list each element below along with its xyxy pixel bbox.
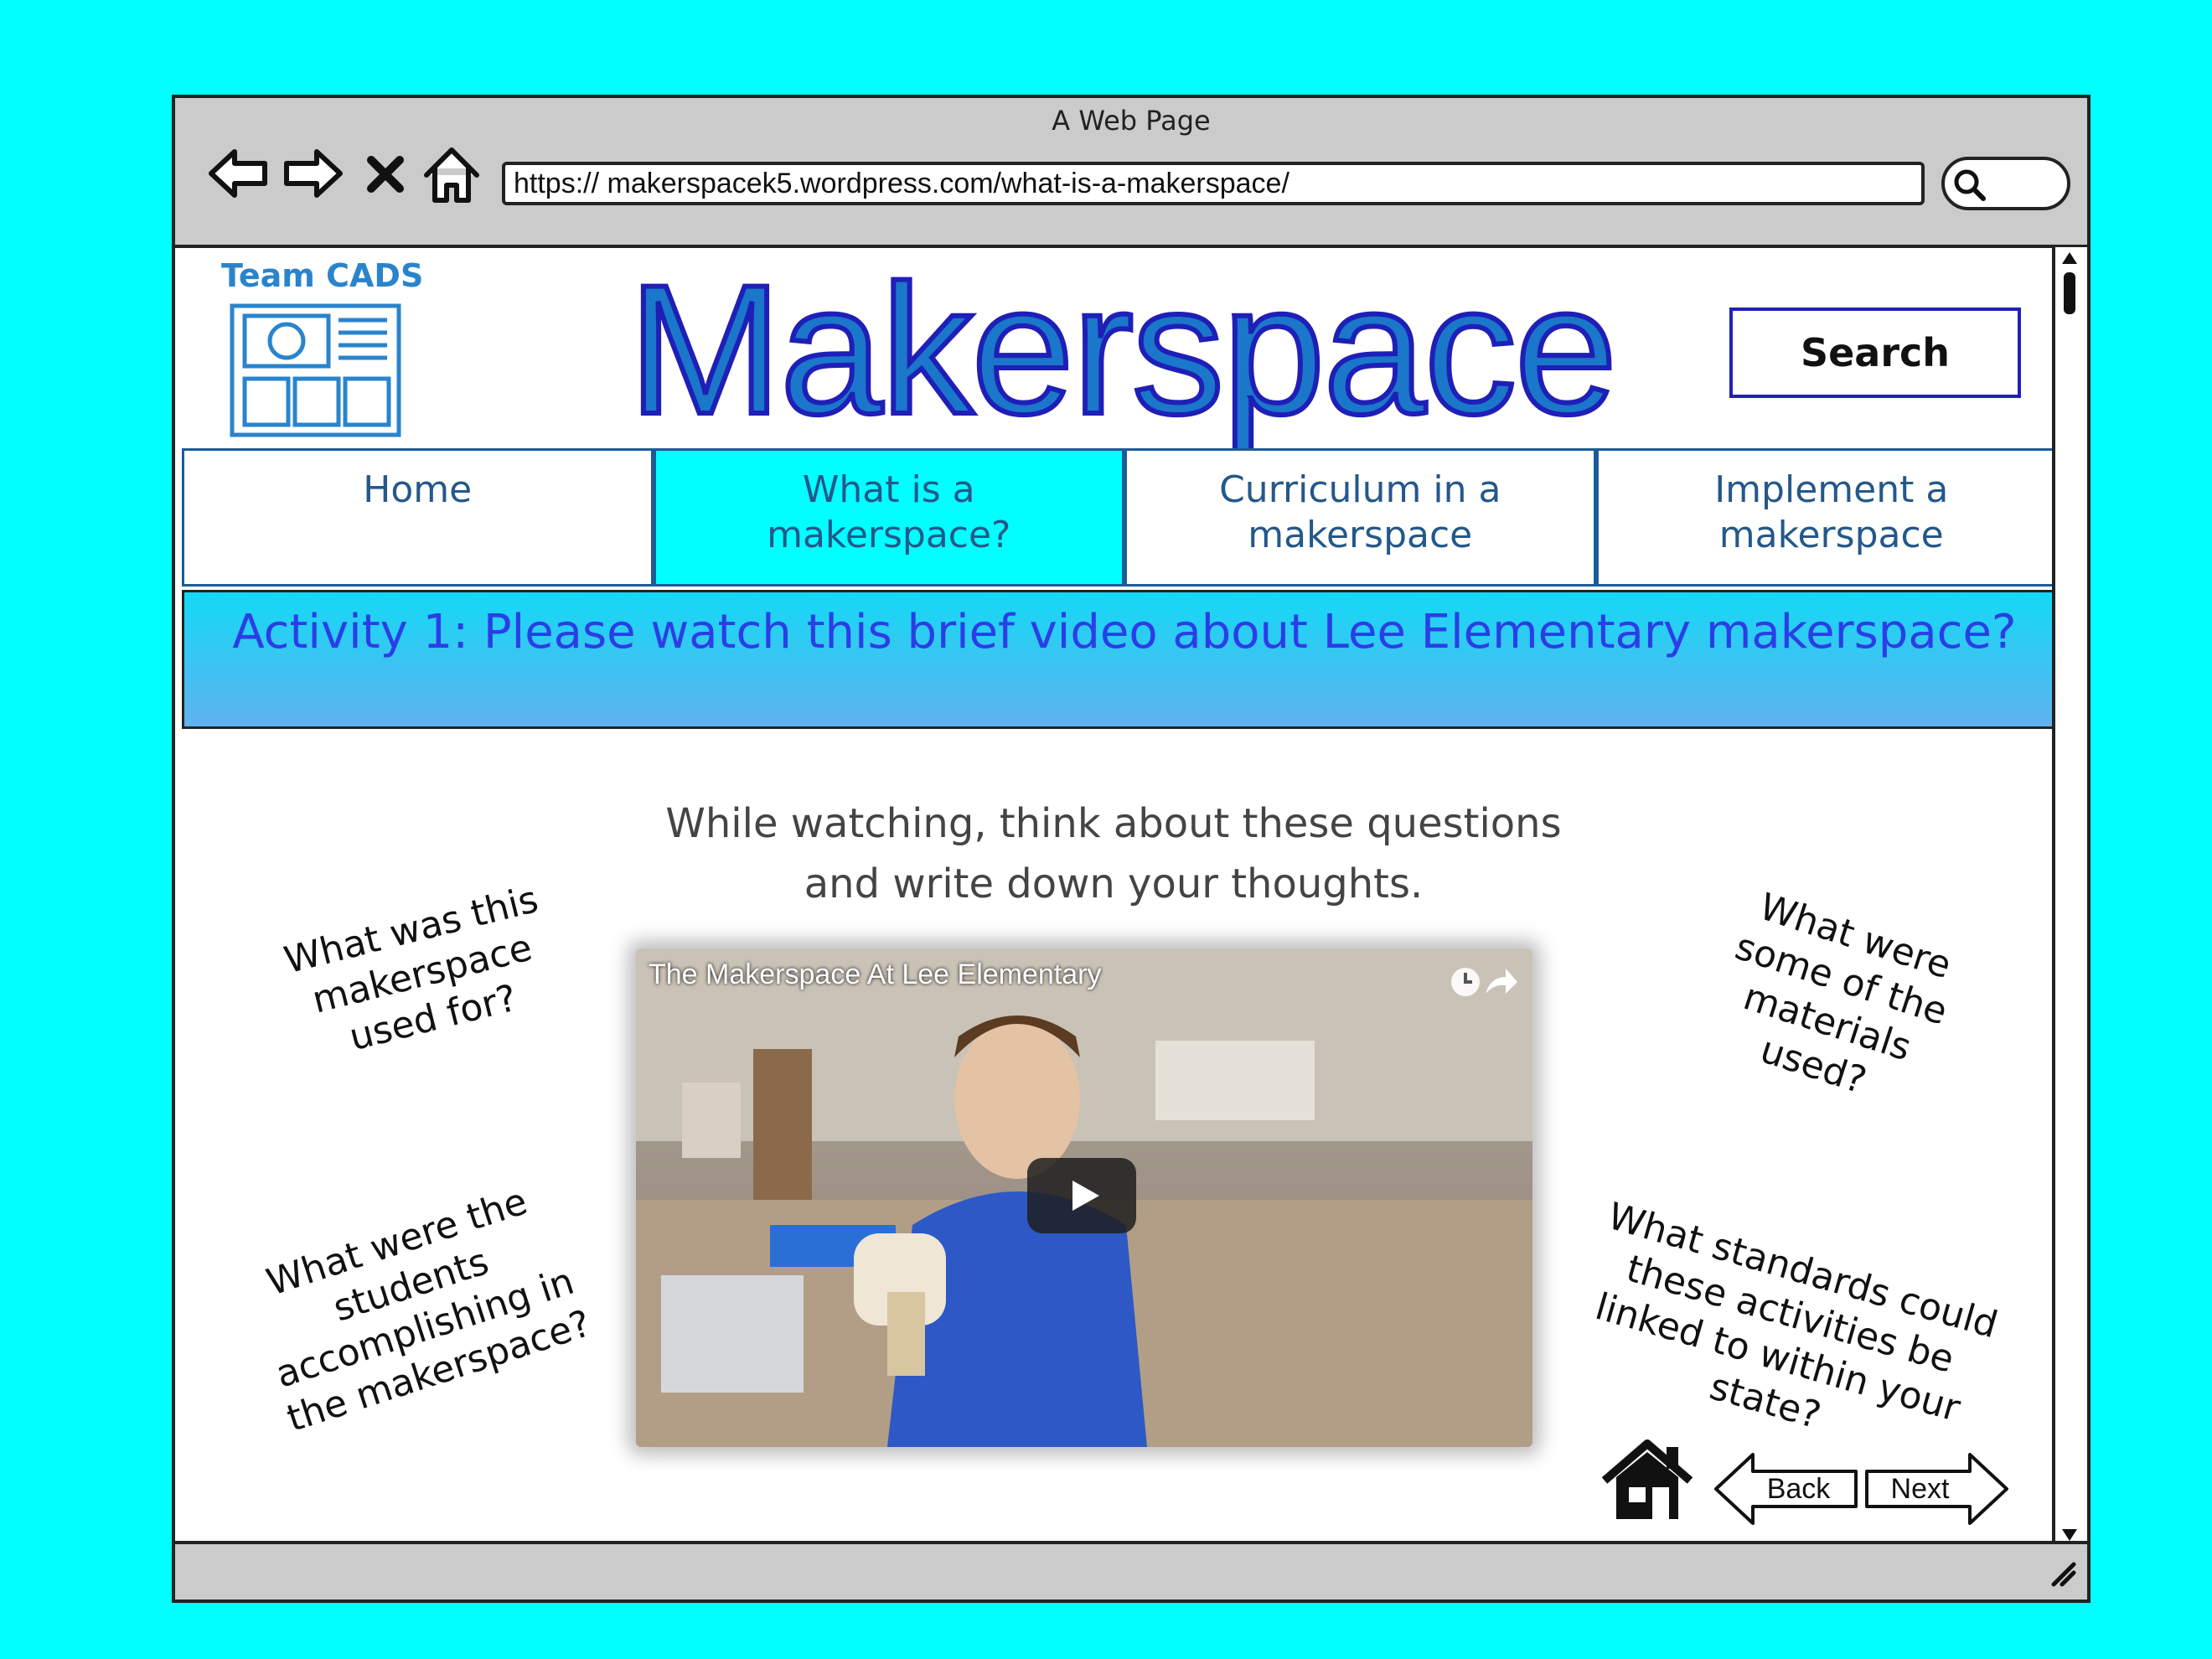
clock-icon[interactable]	[1449, 965, 1482, 999]
layout-logo-icon	[230, 303, 401, 441]
share-icon[interactable]	[1482, 965, 1519, 999]
site-title: Makerspace	[626, 244, 1620, 455]
browser-toolbar: A Web Page https:// makerspacek5.wordpre…	[175, 98, 2087, 248]
window-title: A Web Page	[1052, 105, 1211, 137]
play-button[interactable]	[1027, 1158, 1136, 1233]
next-label: Next	[1890, 1473, 1950, 1505]
search-button[interactable]: Search	[1729, 308, 2021, 398]
tab-implement[interactable]: Implement a makerspace	[1595, 448, 2067, 587]
tab-home[interactable]: Home	[182, 448, 654, 587]
status-bar	[175, 1541, 2087, 1600]
scroll-up-icon	[2062, 252, 2077, 264]
address-bar[interactable]: https:// makerspacek5.wordpress.com/what…	[502, 162, 1925, 205]
vertical-scrollbar[interactable]	[2052, 247, 2087, 1544]
intro-line-2: and write down your thoughts.	[804, 861, 1424, 907]
browser-search-field[interactable]	[1941, 157, 2070, 210]
tab-what-is-a-makerspace[interactable]: What is a makerspace?	[653, 448, 1124, 587]
stop-x-icon[interactable]	[361, 140, 411, 207]
forward-arrow-icon[interactable]	[280, 140, 347, 207]
video-title: The Makerspace At Lee Elementary	[649, 959, 1102, 990]
back-arrow-icon[interactable]	[204, 140, 271, 207]
question-1: What was this makerspace used for?	[280, 877, 543, 1060]
scroll-down-icon	[2062, 1529, 2077, 1541]
video-player[interactable]: The Makerspace At Lee Elementary	[636, 948, 1532, 1447]
intro-text: While watching, think about these questi…	[569, 793, 1658, 914]
logo-text: Team CADS	[221, 257, 424, 294]
question-2: What were the students accomplishing in …	[261, 1180, 597, 1441]
magnifier-icon	[1954, 169, 1986, 201]
home-icon[interactable]	[418, 140, 485, 207]
main-nav: Home What is a makerspace? Curriculum in…	[182, 448, 2067, 587]
next-button[interactable]: Next	[1863, 1451, 2010, 1527]
question-3: What were some of the materials used?	[1729, 885, 1956, 1103]
browser-window: A Web Page https:// makerspacek5.wordpre…	[172, 95, 2091, 1603]
home-house-icon[interactable]	[1600, 1439, 1696, 1522]
tab-curriculum[interactable]: Curriculum in a makerspace	[1124, 448, 1596, 587]
scroll-thumb	[2064, 272, 2075, 314]
intro-line-1: While watching, think about these questi…	[665, 800, 1562, 847]
resize-grip-icon[interactable]	[2045, 1556, 2079, 1589]
activity-banner: Activity 1: Please watch this brief vide…	[182, 590, 2067, 729]
back-button[interactable]: Back	[1713, 1451, 1859, 1527]
